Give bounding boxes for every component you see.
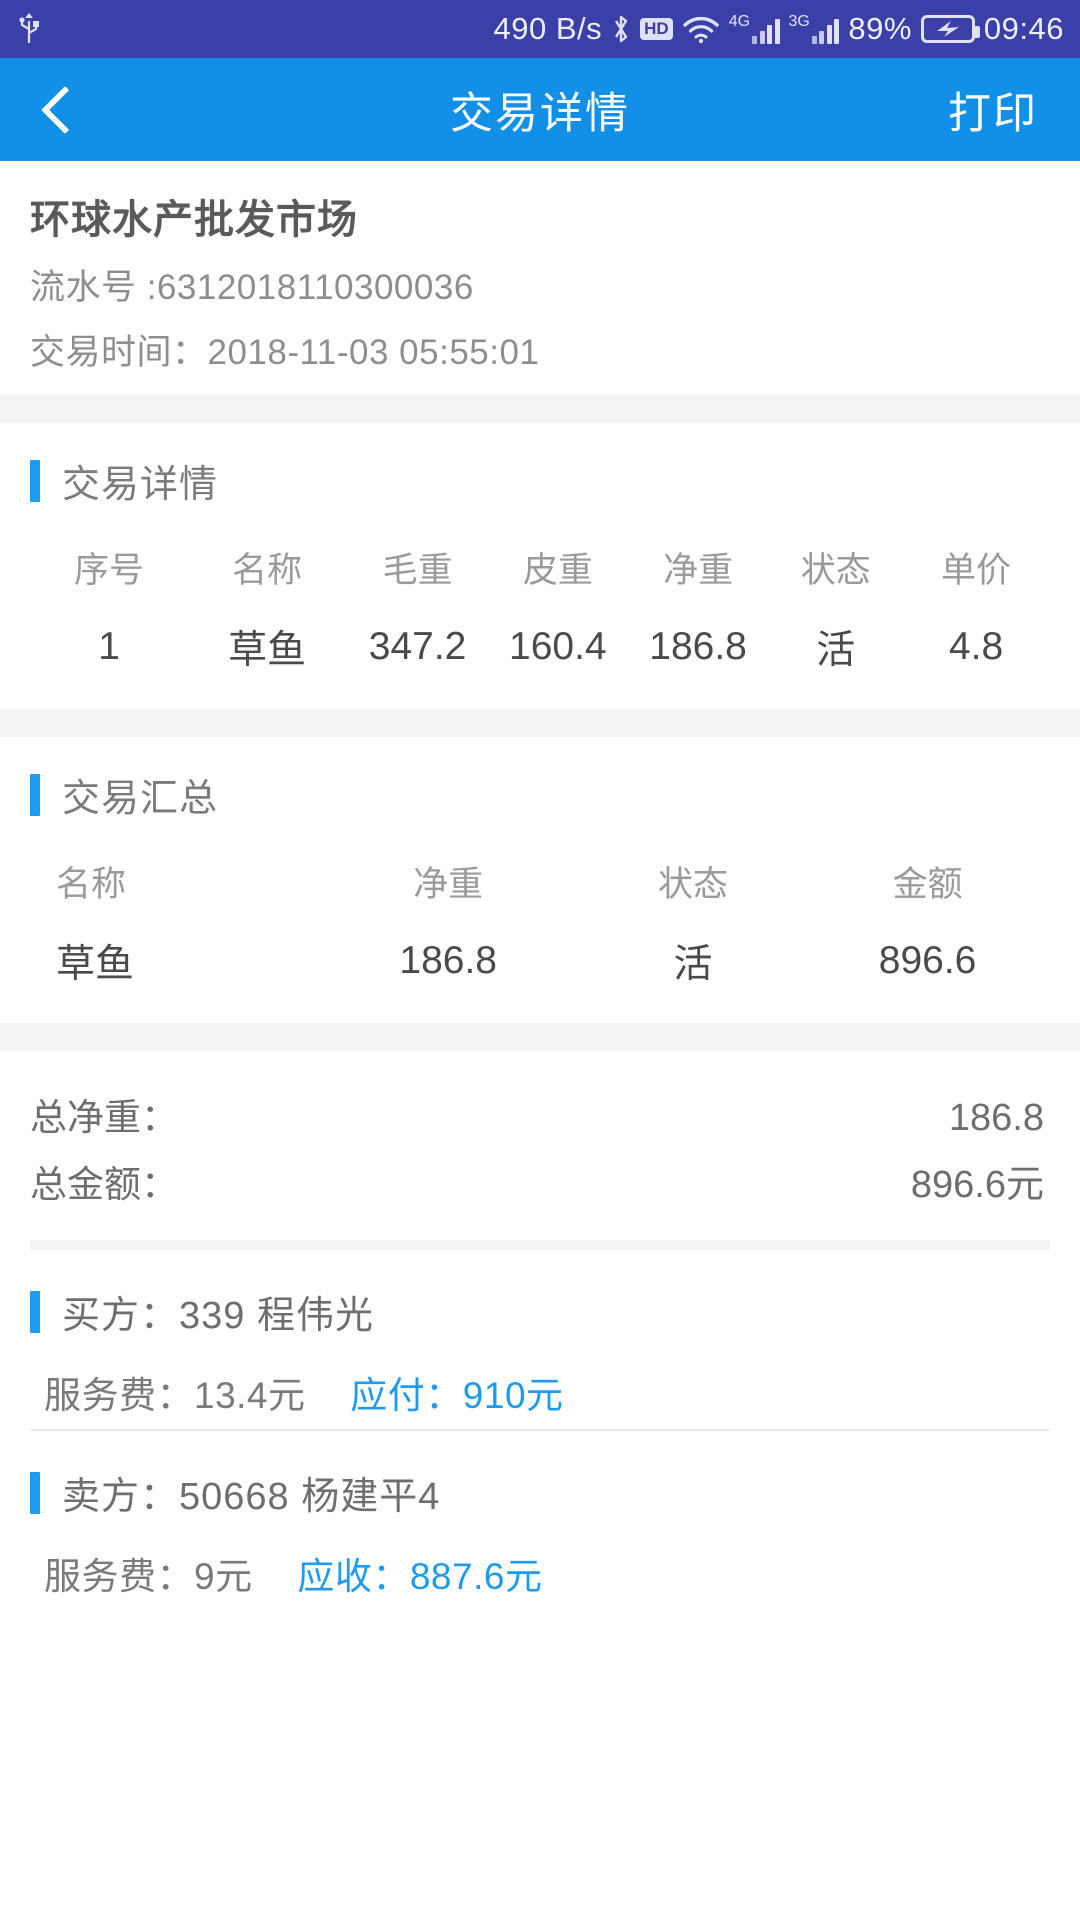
summary-section-header: 交易汇总 <box>0 737 1080 822</box>
buyer-section: 买方：339 程伟光 服务费：13.4元 应付：910元 <box>0 1250 1080 1429</box>
seller-service-fee: 服务费：9元 <box>44 1556 253 1597</box>
accent-bar-icon <box>30 1290 40 1333</box>
cell-index: 1 <box>98 625 120 668</box>
accent-bar-icon <box>30 773 40 816</box>
print-button[interactable]: 打印 <box>948 79 1038 141</box>
usb-icon <box>16 12 42 46</box>
status-bar: 490 B/s HD 4G 3G 89% 09:46 <box>0 0 1080 58</box>
col-index: 序号 <box>74 551 145 590</box>
serial-number: 流水号 :6312018110300036 <box>30 268 474 307</box>
battery-charging-icon <box>920 15 980 43</box>
summary-section-title: 交易汇总 <box>62 778 219 820</box>
app-root: 490 B/s HD 4G 3G 89% 09:46 交易详情 打印 环球水产批… <box>0 0 1080 1920</box>
cell-status: 活 <box>816 629 856 672</box>
totals-section: 总净重： 186.8 总金额： 896.6元 <box>0 1051 1080 1240</box>
detail-section-title: 交易详情 <box>62 464 219 506</box>
col-status: 状态 <box>800 551 871 590</box>
sum-cell-net: 186.8 <box>399 939 497 982</box>
transaction-time: 交易时间：2018-11-03 05:55:01 <box>30 333 540 372</box>
sum-cell-status: 活 <box>673 943 713 986</box>
cell-tare: 160.4 <box>509 625 607 668</box>
total-amount-label: 总金额： <box>30 1164 178 1205</box>
detail-table-header-row: 序号 名称 毛重 皮重 净重 状态 单价 <box>30 508 1050 593</box>
cell-price: 4.8 <box>948 625 1004 668</box>
section-divider-band <box>0 395 1080 423</box>
totals-divider <box>30 1240 1050 1250</box>
total-amount-value: 896.6元 <box>910 1164 1044 1206</box>
buyer-header: 买方：339 程伟光 <box>30 1284 1050 1339</box>
wifi-icon <box>682 14 720 44</box>
col-tare: 皮重 <box>522 551 593 590</box>
sim1-signal-icon: 4G <box>729 14 780 44</box>
sim2-signal-icon: 3G <box>789 14 840 44</box>
accent-bar-icon <box>30 1471 40 1514</box>
total-net-weight-label: 总净重： <box>30 1097 178 1138</box>
seller-header: 卖方：50668 杨建平4 <box>30 1465 1050 1520</box>
section-divider-band-2 <box>0 709 1080 737</box>
sum-col-net: 净重 <box>413 865 484 904</box>
buyer-payable: 应付：910元 <box>350 1375 564 1416</box>
detail-table: 序号 名称 毛重 皮重 净重 状态 单价 1 草鱼 347.2 160.4 18… <box>30 508 1050 709</box>
market-info: 环球水产批发市场 流水号 :6312018110300036 交易时间：2018… <box>0 161 1080 395</box>
detail-section-header: 交易详情 <box>0 423 1080 508</box>
buyer-fee-row: 服务费：13.4元 应付：910元 <box>44 1365 1050 1419</box>
hd-icon: HD <box>640 18 673 40</box>
transaction-detail-section: 交易详情 序号 名称 毛重 皮重 净重 状态 单价 1 草鱼 347.2 160… <box>0 423 1080 709</box>
table-row: 1 草鱼 347.2 160.4 186.8 活 4.8 <box>30 593 1050 709</box>
sum-col-amount: 金额 <box>892 865 963 904</box>
battery-percent: 89% <box>848 11 912 46</box>
col-name: 名称 <box>232 551 303 590</box>
sum-cell-name: 草鱼 <box>56 943 135 986</box>
buyer-service-fee: 服务费：13.4元 <box>44 1375 306 1416</box>
bluetooth-icon <box>611 13 631 45</box>
cell-net: 186.8 <box>649 625 747 668</box>
cell-name: 草鱼 <box>228 629 307 672</box>
accent-bar-icon <box>30 459 40 502</box>
market-name: 环球水产批发市场 <box>30 198 358 242</box>
total-net-weight-value: 186.8 <box>948 1097 1044 1139</box>
summary-table-header-row: 名称 净重 状态 金额 <box>30 822 1050 907</box>
total-net-weight-row: 总净重： 186.8 <box>30 1081 1044 1147</box>
seller-receivable: 应收：887.6元 <box>297 1556 543 1597</box>
sum-col-status: 状态 <box>657 865 728 904</box>
buyer-title: 买方：339 程伟光 <box>62 1295 374 1337</box>
back-chevron-icon <box>40 85 90 134</box>
sum-cell-amount: 896.6 <box>878 939 977 982</box>
seller-title: 卖方：50668 杨建平4 <box>62 1476 441 1518</box>
back-button[interactable] <box>0 58 120 161</box>
seller-fee-row: 服务费：9元 应收：887.6元 <box>44 1546 1050 1600</box>
sum-col-name: 名称 <box>56 865 127 904</box>
table-row: 草鱼 186.8 活 896.6 <box>30 907 1050 1023</box>
status-right-group: 490 B/s HD 4G 3G 89% 09:46 <box>494 11 1065 47</box>
title-bar: 交易详情 打印 <box>0 58 1080 161</box>
col-price: 单价 <box>941 551 1012 590</box>
seller-section: 卖方：50668 杨建平4 服务费：9元 应收：887.6元 <box>0 1431 1080 1610</box>
cell-gross: 347.2 <box>368 625 467 668</box>
transaction-summary-section: 交易汇总 名称 净重 状态 金额 草鱼 186.8 活 896.6 <box>0 737 1080 1023</box>
col-gross: 毛重 <box>382 551 453 590</box>
section-divider-band-3 <box>0 1023 1080 1051</box>
network-speed: 490 B/s <box>493 11 603 46</box>
col-net: 净重 <box>663 551 734 590</box>
status-left-group <box>16 12 42 46</box>
page-title: 交易详情 <box>450 89 630 138</box>
total-amount-row: 总金额： 896.6元 <box>30 1147 1044 1214</box>
summary-table: 名称 净重 状态 金额 草鱼 186.8 活 896.6 <box>30 822 1050 1023</box>
clock: 09:46 <box>983 11 1064 46</box>
